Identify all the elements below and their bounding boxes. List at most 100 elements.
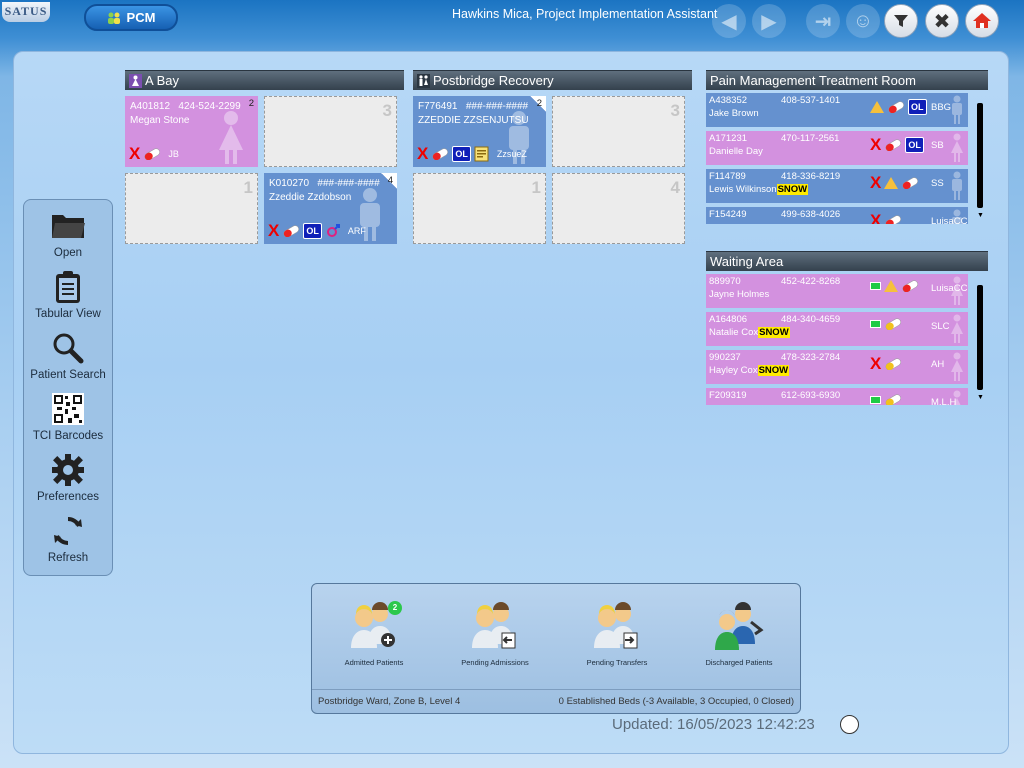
- status-indicator[interactable]: [840, 715, 859, 734]
- ol-badge: OL: [303, 223, 322, 239]
- pill-icon: [902, 280, 918, 292]
- patient-initials: SS: [931, 178, 944, 189]
- scroll-down-icon[interactable]: ▼: [977, 212, 984, 219]
- pill-icon: [885, 215, 902, 224]
- treatment-room-title: Pain Management Treatment Room: [710, 72, 916, 88]
- patient-list-item[interactable]: A164806 484-340-4659 Natalie CoxSNOW SLC: [706, 312, 968, 346]
- treatment-scrollbar[interactable]: [977, 103, 983, 208]
- bed-card[interactable]: 2 A401812 424-524-2299 Megan Stone X JB: [125, 96, 258, 167]
- pill-icon: [283, 225, 300, 237]
- gender-symbol-icon: [326, 224, 340, 237]
- bed-number: 4: [670, 178, 680, 197]
- pending-admissions-icon: [472, 602, 516, 649]
- patient-name: Hayley CoxSNOW: [709, 365, 790, 376]
- admitted-patients-button[interactable]: 2 Admitted Patients: [324, 600, 424, 672]
- clipboard-icon: [56, 271, 80, 303]
- female-silhouette-icon: [219, 111, 243, 164]
- a-bay-header[interactable]: A Bay: [125, 70, 404, 90]
- female-silhouette-icon: [951, 133, 963, 162]
- x-icon: X: [870, 135, 882, 154]
- beds-status: 0 Established Beds (-3 Available, 3 Occu…: [558, 696, 794, 707]
- female-silhouette-icon: [951, 276, 963, 305]
- patient-name: Danielle Day: [709, 146, 763, 157]
- home-icon[interactable]: [965, 4, 999, 38]
- filter-icon[interactable]: [884, 4, 918, 38]
- treatment-room-list: A438352 408-537-1401 Jake Brown OL BBG A17123…: [706, 93, 968, 224]
- refresh-button[interactable]: Refresh: [24, 505, 112, 566]
- refresh-icon: [54, 516, 82, 546]
- empty-bed[interactable]: 1: [413, 173, 546, 244]
- users-icon: [107, 12, 120, 24]
- empty-bed[interactable]: 4: [552, 173, 685, 244]
- x-icon: X: [870, 211, 882, 224]
- pill-icon: [885, 394, 901, 405]
- postbridge-recovery-header[interactable]: Postbridge Recovery: [413, 70, 692, 90]
- pending-admissions-button[interactable]: Pending Admissions: [445, 600, 545, 672]
- empty-bed[interactable]: 3: [264, 96, 397, 167]
- patient-name: Natalie CoxSNOW: [709, 327, 790, 338]
- patient-flags: X: [870, 354, 902, 373]
- patient-list-item[interactable]: F209319 612-693-6930 M.L.H: [706, 388, 968, 405]
- pill-icon: [888, 101, 904, 113]
- pending-admissions-label: Pending Admissions: [461, 658, 529, 667]
- waiting-scrollbar[interactable]: [977, 285, 983, 390]
- unisex-icon: [417, 73, 430, 88]
- admitted-patients-label: Admitted Patients: [344, 658, 404, 667]
- discharged-patients-button[interactable]: Discharged Patients: [689, 600, 789, 672]
- patient-phone: 478-323-2784: [781, 352, 841, 363]
- snow-badge: SNOW: [758, 327, 790, 338]
- users-icon[interactable]: ☺: [846, 4, 880, 38]
- patient-list-item[interactable]: F114789 418-336-8219 Lewis WilkinsonSNOW X S…: [706, 169, 968, 203]
- folder-icon: [52, 215, 85, 238]
- patient-list-item[interactable]: 889970 452-422-8268 Jayne Holmes LuisaCC: [706, 274, 968, 308]
- treatment-room-header[interactable]: Pain Management Treatment Room: [706, 70, 988, 90]
- bed-number: 2: [536, 98, 542, 109]
- refresh-label: Refresh: [47, 552, 89, 564]
- patient-search-label: Patient Search: [30, 369, 106, 381]
- patient-list-item[interactable]: A438352 408-537-1401 Jake Brown OL BBG: [706, 93, 968, 127]
- pill-icon: [885, 318, 901, 330]
- patient-phone: 484-340-4659: [781, 314, 841, 325]
- close-icon[interactable]: ✖: [925, 4, 959, 38]
- snow-badge: SNOW: [757, 365, 790, 376]
- back-arrow-icon[interactable]: ◀: [712, 4, 746, 38]
- open-label: Open: [53, 247, 83, 259]
- patient-id: F154249: [709, 209, 747, 220]
- patient-flags: X: [870, 174, 919, 191]
- patient-flags: X OL: [870, 135, 924, 154]
- logout-icon[interactable]: ⇥: [806, 4, 840, 38]
- pcm-button[interactable]: PCM: [84, 4, 178, 31]
- female-silhouette-icon: [951, 314, 963, 343]
- ward-status-bar: Postbridge Ward, Zone B, Level 4 0 Estab…: [312, 689, 800, 713]
- patient-id: 889970: [709, 276, 741, 287]
- scroll-down-icon[interactable]: ▼: [977, 394, 984, 401]
- waiting-area-header[interactable]: Waiting Area: [706, 251, 988, 271]
- patient-search-button[interactable]: Patient Search: [24, 322, 112, 383]
- patient-id: A171231: [709, 133, 748, 144]
- empty-bed[interactable]: 3: [552, 96, 685, 167]
- tci-barcodes-button[interactable]: TCI Barcodes: [24, 383, 112, 444]
- patient-list-item[interactable]: 990237 478-323-2784 Hayley CoxSNOW X AH: [706, 350, 968, 384]
- bed-number: 2: [248, 98, 254, 109]
- patient-list-item[interactable]: A171231 470-117-2561 Danielle Day X OL SB: [706, 131, 968, 165]
- pill-icon: [885, 139, 902, 151]
- patient-id: A164806: [709, 314, 748, 325]
- open-button[interactable]: Open: [24, 200, 112, 261]
- male-silhouette-icon: [952, 171, 962, 200]
- tabular-view-button[interactable]: Tabular View: [24, 261, 112, 322]
- magnifier-icon: [53, 333, 84, 364]
- patient-id: F114789: [709, 171, 746, 182]
- patient-id: F209319: [709, 390, 747, 401]
- empty-bed[interactable]: 1: [125, 173, 258, 244]
- pending-transfers-button[interactable]: Pending Transfers: [567, 600, 667, 672]
- tabular-view-label: Tabular View: [35, 308, 101, 320]
- x-icon: X: [870, 354, 882, 373]
- preferences-button[interactable]: Preferences: [24, 444, 112, 505]
- bed-card[interactable]: 4 K010270 ###-###-#### Zzeddie Zzdobson …: [264, 173, 397, 244]
- patient-phone: 470-117-2561: [781, 133, 840, 144]
- pill-icon: [144, 148, 161, 160]
- bed-card[interactable]: 2 F776491 ###-###-#### ZZEDDIE ZZSENJUTS…: [413, 96, 546, 167]
- patient-list-item[interactable]: F154249 499-638-4026 X LuisaCC: [706, 207, 968, 224]
- gear-icon: [52, 454, 84, 486]
- forward-arrow-icon[interactable]: ▶: [752, 4, 786, 38]
